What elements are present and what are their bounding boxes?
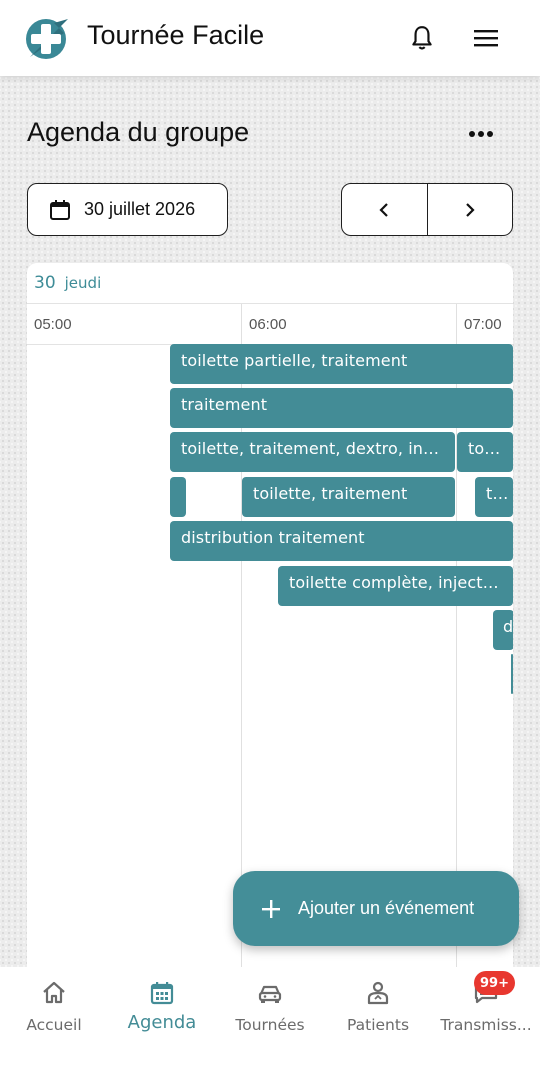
calendar-icon xyxy=(50,199,70,220)
event-block[interactable]: toilette xyxy=(457,432,513,472)
hour-label: 07:00 xyxy=(464,316,502,333)
day-number: 30 xyxy=(34,273,56,293)
date-navigation xyxy=(341,183,513,236)
date-picker-button[interactable]: 30 juillet 2026 xyxy=(27,183,228,236)
nav-label: Tournées xyxy=(235,1016,305,1034)
event-block[interactable]: toilette, traitement xyxy=(242,477,455,517)
app-header: Tournée Facile xyxy=(0,0,540,76)
add-event-button[interactable]: Ajouter un événement xyxy=(233,871,519,946)
nav-item-patients[interactable]: Patients xyxy=(324,967,432,1047)
nav-item-agenda[interactable]: Agenda xyxy=(108,967,216,1047)
menu-button[interactable] xyxy=(470,22,502,54)
nav-label: Agenda xyxy=(127,1012,197,1033)
nav-label: Transmiss... xyxy=(440,1016,532,1034)
bottom-navigation: Accueil Agenda Tournées Patients Transmi… xyxy=(0,967,540,1091)
page-title: Agenda du groupe xyxy=(27,117,250,147)
event-block[interactable]: traitement xyxy=(170,388,513,428)
event-block[interactable]: distribution traitement xyxy=(170,521,513,561)
hour-label: 06:00 xyxy=(249,316,287,333)
more-options-button[interactable] xyxy=(464,120,498,148)
medical-cross-logo-icon[interactable] xyxy=(24,15,70,61)
bell-icon xyxy=(412,26,432,50)
event-block[interactable]: toil xyxy=(475,477,513,517)
car-icon xyxy=(258,985,282,1003)
nav-item-accueil[interactable]: Accueil xyxy=(0,967,108,1047)
event-block[interactable]: toilette complète, injection xyxy=(278,566,513,606)
event-block[interactable] xyxy=(511,654,513,694)
chevron-left-icon xyxy=(379,202,389,217)
plus-icon xyxy=(262,899,280,918)
day-header: 30 jeudi xyxy=(27,263,513,304)
nav-label: Patients xyxy=(346,1016,410,1034)
notifications-button[interactable] xyxy=(406,22,438,54)
hamburger-menu-icon xyxy=(474,30,498,47)
app-title: Tournée Facile xyxy=(87,20,265,50)
event-block[interactable] xyxy=(170,477,186,517)
event-block[interactable]: d xyxy=(493,610,513,650)
hour-header: 05:00 06:00 07:00 xyxy=(27,304,513,345)
calendar-grid-icon xyxy=(150,982,174,1005)
nav-item-tournees[interactable]: Tournées xyxy=(216,967,324,1047)
next-day-button[interactable] xyxy=(426,184,513,235)
nav-label: Accueil xyxy=(26,1016,82,1034)
hour-label: 05:00 xyxy=(34,316,72,333)
event-block[interactable]: toilette partielle, traitement xyxy=(170,344,513,384)
patient-icon xyxy=(367,981,389,1005)
notification-badge: 99+ xyxy=(474,971,515,995)
add-event-label: Ajouter un événement xyxy=(298,898,475,918)
event-block[interactable]: toilette, traitement, dextro, ins... xyxy=(170,432,455,472)
home-icon xyxy=(43,981,65,1004)
chevron-right-icon xyxy=(465,202,475,217)
more-horizontal-icon xyxy=(469,131,493,137)
date-label: 30 juillet 2026 xyxy=(84,199,196,219)
previous-day-button[interactable] xyxy=(342,184,427,235)
day-name: jeudi xyxy=(64,274,102,292)
